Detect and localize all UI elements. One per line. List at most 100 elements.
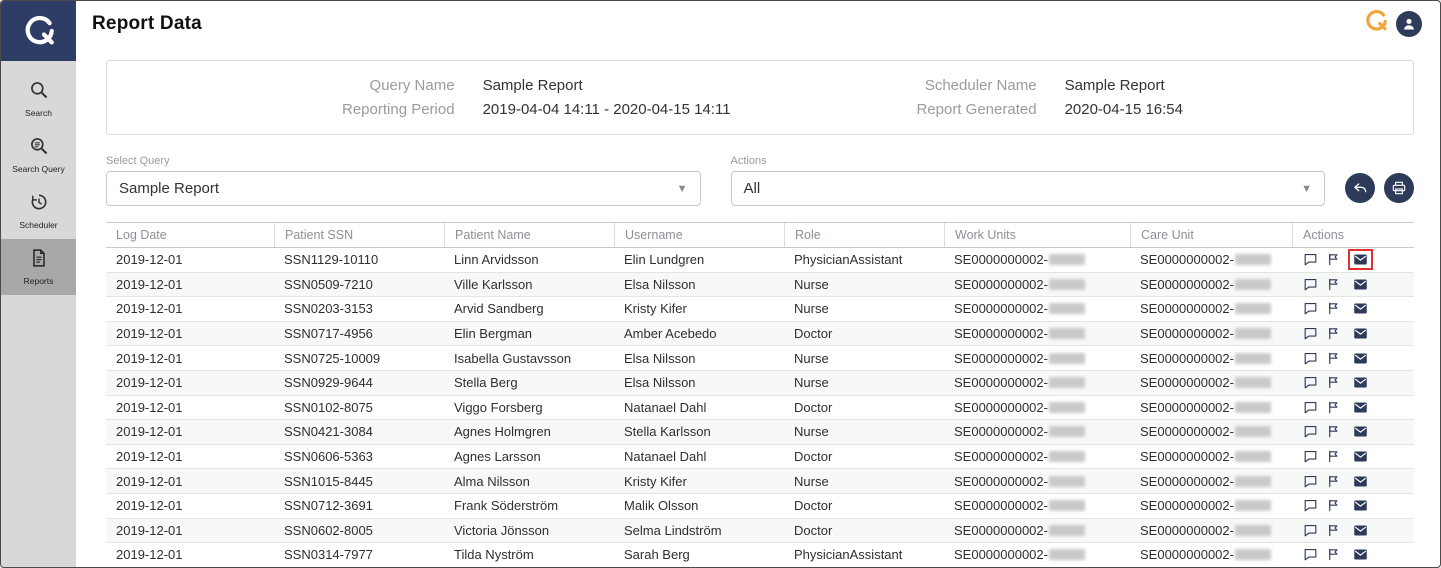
cell-patient-name: Isabella Gustavsson [444,346,614,370]
work-unit-prefix: SE0000000002- [954,400,1048,415]
cell-username: Stella Karlsson [614,420,784,444]
flag-action-button[interactable] [1325,326,1342,341]
flag-icon [1325,351,1342,366]
cell-patient-ssn: SSN0421-3084 [274,420,444,444]
mail-action-button[interactable] [1352,277,1369,292]
work-unit-prefix: SE0000000002- [954,301,1048,316]
comment-action-button[interactable] [1302,498,1319,513]
cell-username: Malik Olsson [614,494,784,518]
search-icon [29,80,49,100]
mail-action-button[interactable] [1352,498,1369,513]
cell-patient-name: Ville Karlsson [444,273,614,297]
app-logo[interactable] [1,1,76,61]
flag-action-button[interactable] [1325,277,1342,292]
cell-work-units: SE0000000002- [944,445,1130,469]
flag-action-button[interactable] [1325,424,1342,439]
table-row: 2019-12-01 SSN0203-3153 Arvid Sandberg K… [106,297,1414,322]
cell-role: Doctor [784,322,944,346]
sidebar-item-scheduler[interactable]: Scheduler [1,183,76,239]
app-window: Search Search Query Scheduler [0,0,1441,568]
mail-action-button[interactable] [1352,252,1369,267]
cell-patient-name: Alma Nilsson [444,469,614,493]
cell-care-unit: SE0000000002- [1130,420,1292,444]
work-unit-prefix: SE0000000002- [954,277,1048,292]
flag-action-button[interactable] [1325,474,1342,489]
export-back-button[interactable] [1345,173,1375,203]
cell-role: Nurse [784,297,944,321]
work-unit-prefix: SE0000000002- [954,449,1048,464]
flag-action-button[interactable] [1325,523,1342,538]
comment-action-button[interactable] [1302,252,1319,267]
comment-action-button[interactable] [1302,449,1319,464]
mail-icon [1352,523,1369,538]
column-header-role: Role [784,223,944,247]
mail-action-button[interactable] [1352,326,1369,341]
flag-action-button[interactable] [1325,498,1342,513]
comment-action-button[interactable] [1302,375,1319,390]
main-content: Report Data Query Name [76,1,1440,567]
flag-action-button[interactable] [1325,375,1342,390]
comment-action-button[interactable] [1302,474,1319,489]
mail-action-button[interactable] [1352,424,1369,439]
scheduler-icon [29,192,49,212]
cell-role: PhysicianAssistant [784,543,944,567]
table-row: 2019-12-01 SSN0929-9644 Stella Berg Elsa… [106,371,1414,396]
care-unit-prefix: SE0000000002- [1140,375,1234,390]
actions-dropdown[interactable]: All ▼ [731,171,1326,206]
comment-action-button[interactable] [1302,523,1319,538]
mail-action-button[interactable] [1352,375,1369,390]
cell-patient-ssn: SSN0102-8075 [274,396,444,420]
mail-action-button[interactable] [1352,400,1369,415]
cell-role: Nurse [784,371,944,395]
sidebar-item-search[interactable]: Search [1,71,76,127]
comment-icon [1302,301,1319,316]
care-unit-prefix: SE0000000002- [1140,547,1234,562]
mail-action-button[interactable] [1352,547,1369,562]
sidebar-item-search-query[interactable]: Search Query [1,127,76,183]
topbar: Report Data [76,1,1440,46]
mail-action-button[interactable] [1352,351,1369,366]
redacted-value [1049,525,1085,536]
redacted-value [1235,402,1271,413]
cell-actions [1292,371,1414,395]
mail-action-button[interactable] [1352,301,1369,316]
comment-icon [1302,252,1319,267]
mail-action-button[interactable] [1352,523,1369,538]
filters-row: Select Query Sample Report ▼ Actions All… [106,155,1414,206]
comment-action-button[interactable] [1302,326,1319,341]
flag-action-button[interactable] [1325,252,1342,267]
sidebar-item-reports[interactable]: Reports [1,239,76,295]
comment-action-button[interactable] [1302,277,1319,292]
cell-care-unit: SE0000000002- [1130,445,1292,469]
flag-action-button[interactable] [1325,547,1342,562]
flag-icon [1325,523,1342,538]
comment-icon [1302,474,1319,489]
flag-action-button[interactable] [1325,449,1342,464]
reporting-period-value: 2019-04-04 14:11 - 2020-04-15 14:11 [483,98,731,121]
actions-value: All [744,180,761,197]
account-button[interactable] [1396,11,1422,37]
print-button[interactable] [1384,173,1414,203]
mail-action-button[interactable] [1352,449,1369,464]
comment-action-button[interactable] [1302,301,1319,316]
cell-care-unit: SE0000000002- [1130,396,1292,420]
mail-action [1348,372,1373,393]
flag-action-button[interactable] [1325,301,1342,316]
mail-action-button[interactable] [1352,474,1369,489]
table-row: 2019-12-01 SSN0602-8005 Victoria Jönsson… [106,519,1414,544]
flag-icon [1325,498,1342,513]
cell-actions [1292,273,1414,297]
comment-icon [1302,498,1319,513]
comment-action-button[interactable] [1302,547,1319,562]
chevron-down-icon: ▼ [677,183,688,195]
flag-action-button[interactable] [1325,351,1342,366]
flag-action-button[interactable] [1325,400,1342,415]
redacted-value [1049,279,1085,290]
comment-action-button[interactable] [1302,351,1319,366]
redacted-value [1235,353,1271,364]
select-query-dropdown[interactable]: Sample Report ▼ [106,171,701,206]
cell-actions [1292,396,1414,420]
comment-action-button[interactable] [1302,400,1319,415]
mail-action [1348,348,1373,369]
comment-action-button[interactable] [1302,424,1319,439]
